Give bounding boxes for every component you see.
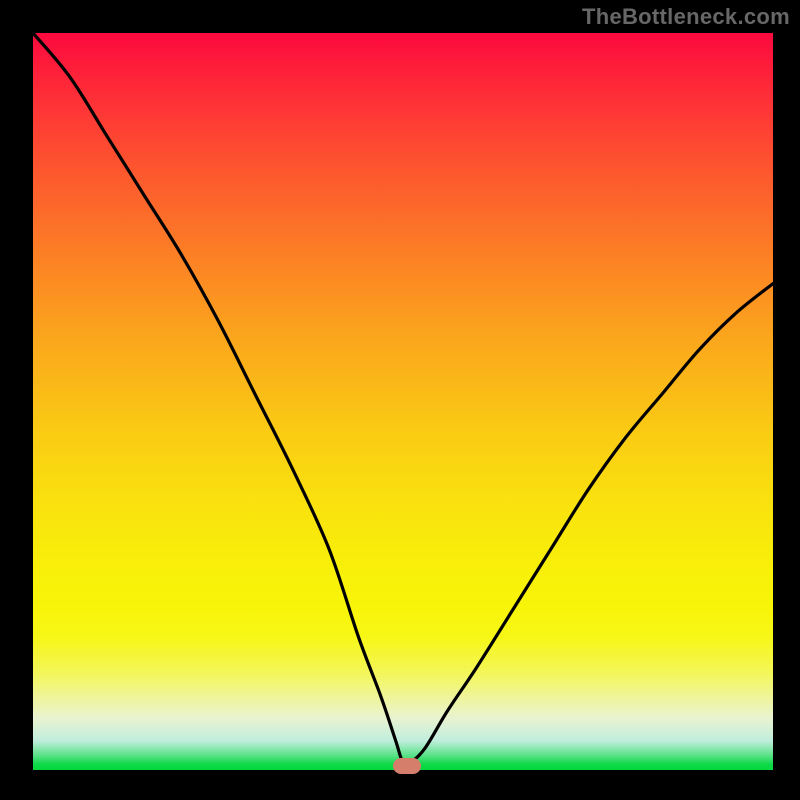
bottleneck-curve [33, 33, 773, 770]
plot-area [33, 33, 773, 770]
optimal-point-marker [393, 758, 421, 774]
chart-frame: TheBottleneck.com [0, 0, 800, 800]
watermark-text: TheBottleneck.com [582, 4, 790, 30]
